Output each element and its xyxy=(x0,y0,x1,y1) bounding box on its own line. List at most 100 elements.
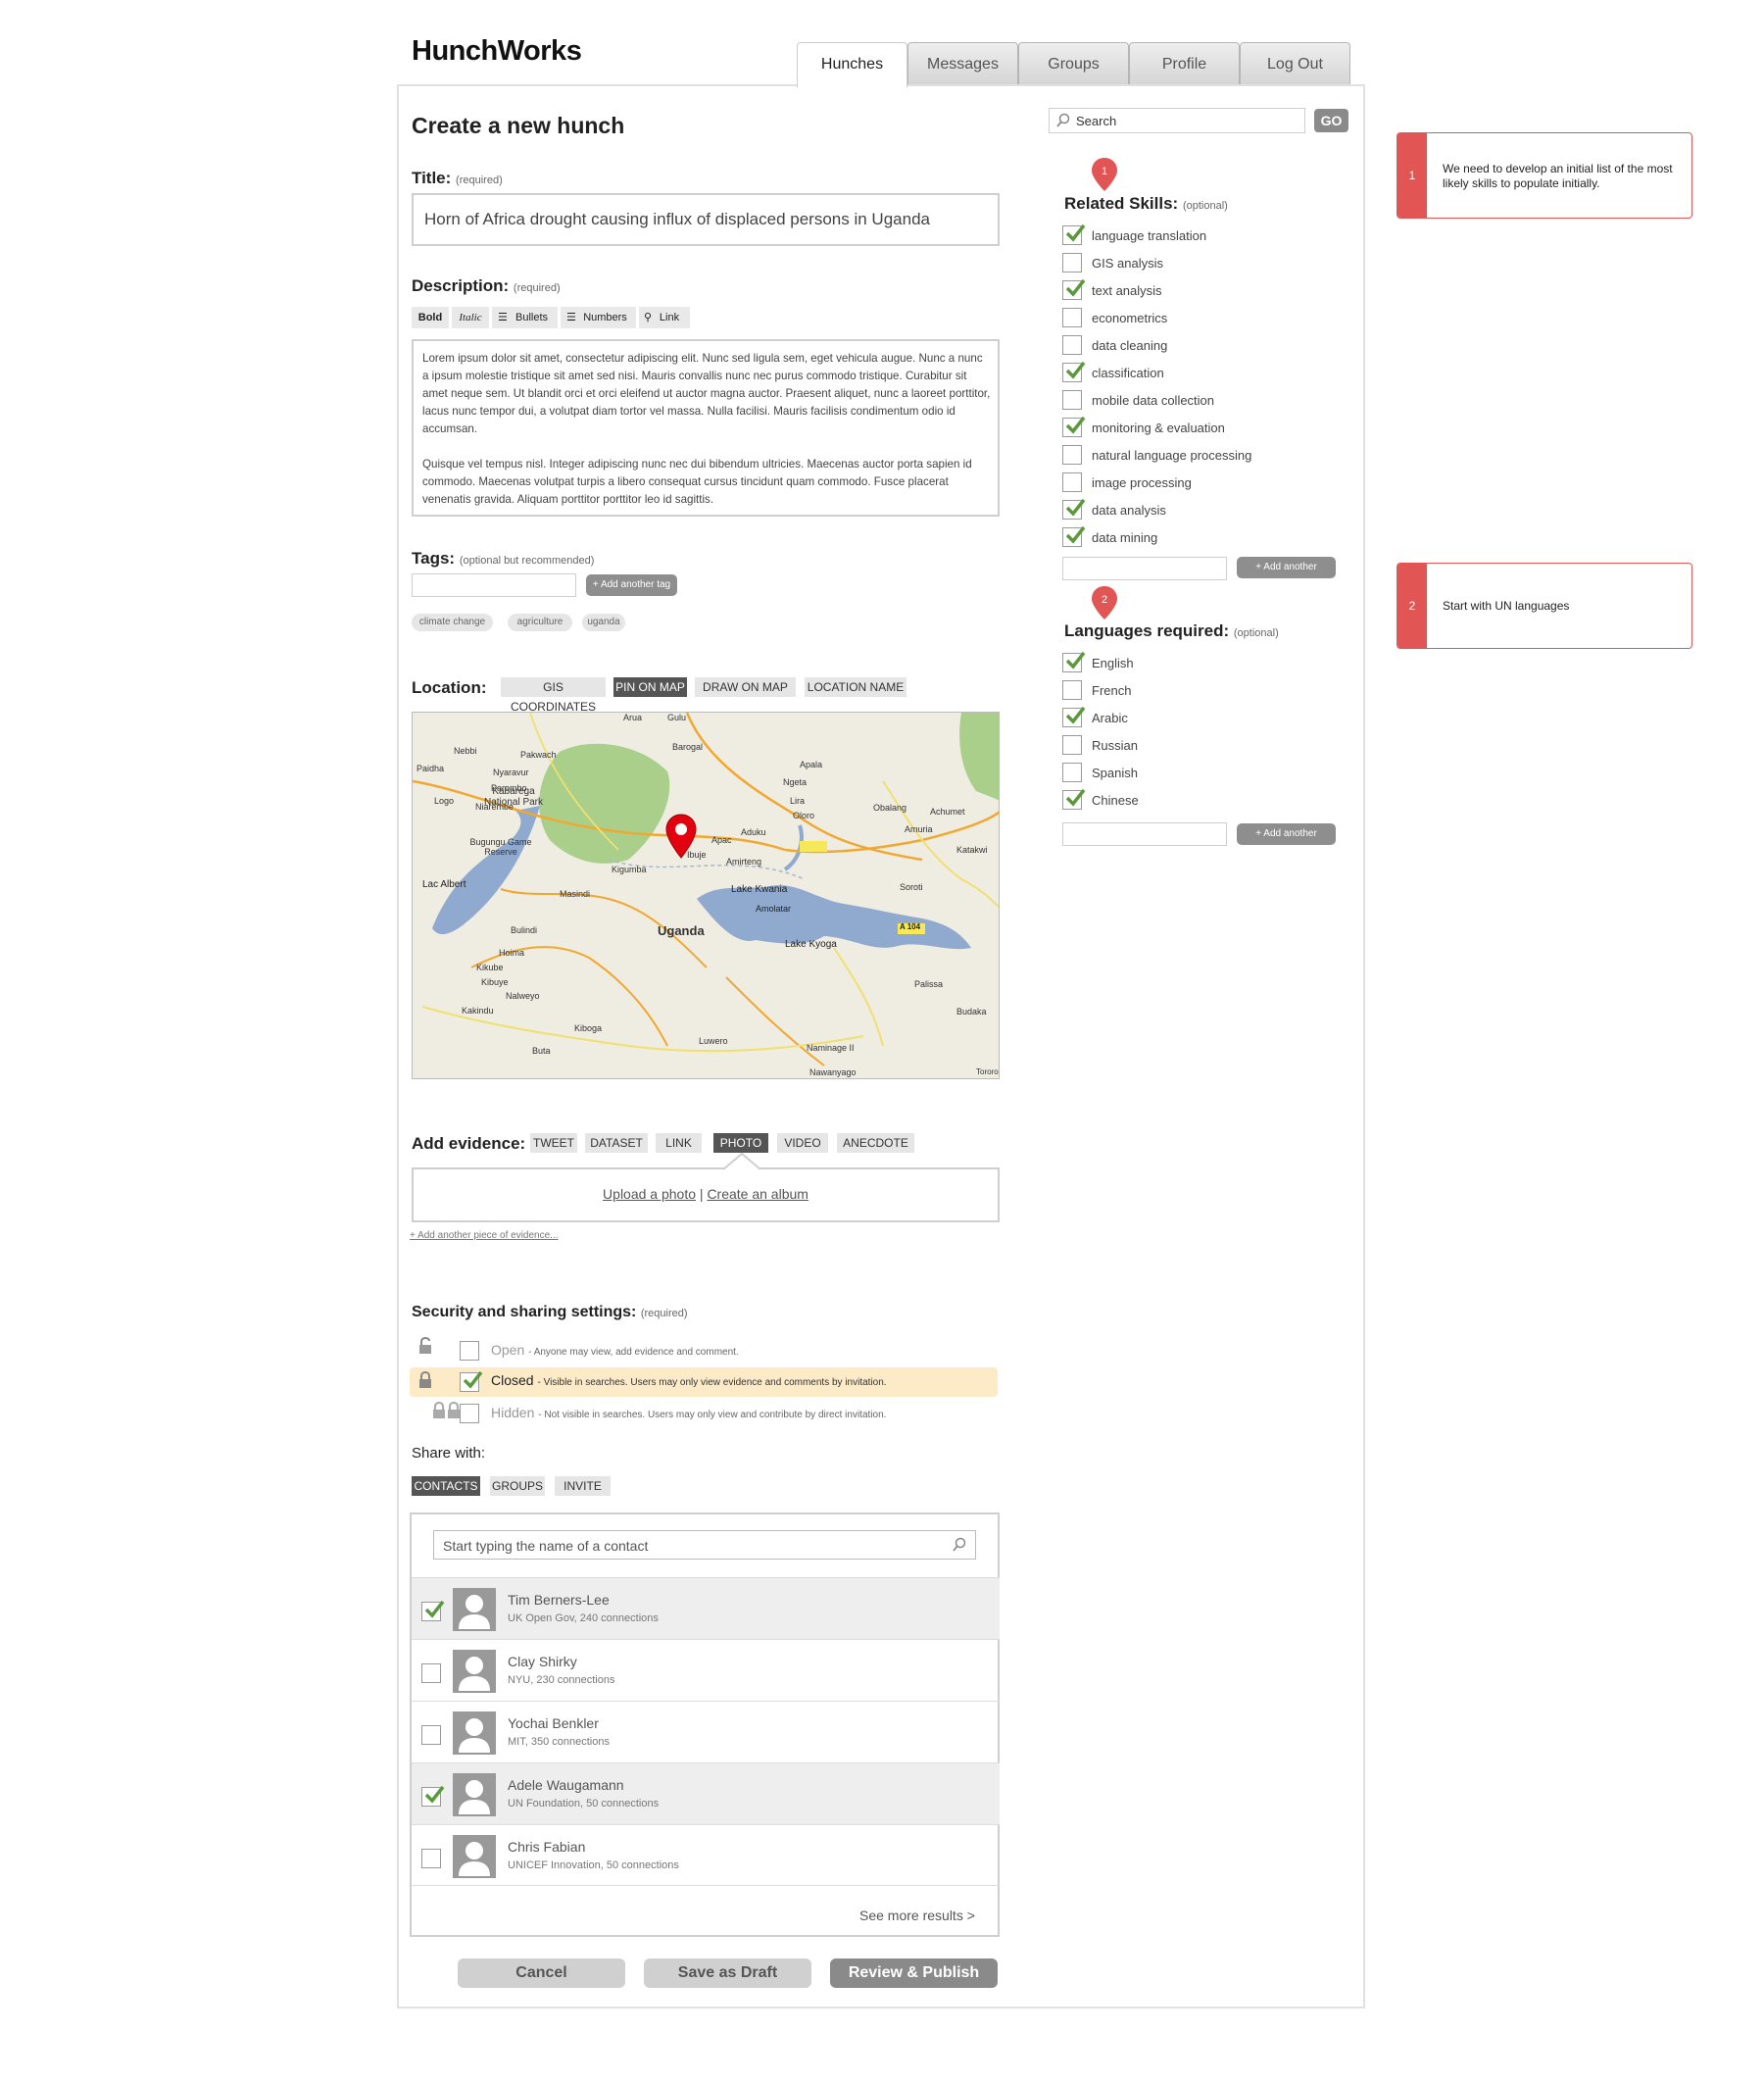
review-publish-button[interactable]: Review & Publish xyxy=(830,1958,998,1988)
save-draft-button[interactable]: Save as Draft xyxy=(644,1958,811,1988)
add-language-button[interactable]: + Add another xyxy=(1237,823,1336,845)
upload-photo-link[interactable]: Upload a photo xyxy=(603,1186,696,1202)
contact-checkbox[interactable] xyxy=(421,1600,445,1621)
tag-chip[interactable]: uganda xyxy=(582,614,625,631)
tab-profile[interactable]: Profile xyxy=(1129,42,1240,86)
skill-checkbox[interactable] xyxy=(1062,335,1082,355)
skill-checkbox[interactable] xyxy=(1062,416,1086,437)
map-pin-icon[interactable] xyxy=(663,813,699,860)
tab-log-out[interactable]: Log Out xyxy=(1240,42,1350,86)
security-closed-option: Closed - Visible in searches. Users may … xyxy=(491,1372,887,1388)
security-hidden-checkbox[interactable] xyxy=(460,1404,479,1423)
share-tab-groups[interactable]: GROUPS xyxy=(490,1476,545,1496)
evidence-option-dataset[interactable]: DATASET xyxy=(585,1133,648,1153)
italic-button[interactable]: Italic xyxy=(452,307,489,328)
contact-checkbox[interactable] xyxy=(421,1785,445,1807)
contact-row[interactable]: Adele Waugamann UN Foundation, 50 connec… xyxy=(412,1762,1000,1824)
map-label: Katakwi xyxy=(956,845,988,855)
avatar xyxy=(453,1773,496,1816)
add-skill-input[interactable] xyxy=(1062,557,1227,580)
contact-checkbox[interactable] xyxy=(421,1725,441,1745)
tag-chip[interactable]: climate change xyxy=(412,614,493,631)
skill-checkbox[interactable] xyxy=(1062,308,1082,327)
skill-checkbox[interactable] xyxy=(1062,361,1086,382)
description-textarea[interactable]: Lorem ipsum dolor sit amet, consectetur … xyxy=(412,339,1000,517)
evidence-option-anecdote[interactable]: ANECDOTE xyxy=(837,1133,914,1153)
search-go-button[interactable]: GO xyxy=(1314,109,1348,132)
app-logo[interactable]: HunchWorks xyxy=(412,35,582,68)
share-tab-invite[interactable]: INVITE xyxy=(555,1476,611,1496)
add-language-input[interactable] xyxy=(1062,822,1227,846)
security-closed-checkbox[interactable] xyxy=(460,1370,483,1392)
location-option-draw[interactable]: DRAW ON MAP xyxy=(695,677,796,697)
language-checkbox[interactable] xyxy=(1062,680,1082,700)
numbers-button[interactable]: ☰ Numbers xyxy=(561,307,636,328)
title-input[interactable]: Horn of Africa drought causing influx of… xyxy=(412,193,1000,246)
add-tag-button[interactable]: + Add another tag xyxy=(586,574,677,596)
search-input[interactable]: Search xyxy=(1049,108,1305,133)
evidence-option-photo[interactable]: PHOTO xyxy=(713,1133,768,1153)
contact-search-input[interactable]: Start typing the name of a contact xyxy=(433,1530,976,1560)
tab-groups[interactable]: Groups xyxy=(1018,42,1129,86)
contact-meta: UNICEF Innovation, 50 connections xyxy=(508,1859,679,1871)
map-label: Nebbi xyxy=(454,746,477,756)
skill-checkbox[interactable] xyxy=(1062,498,1086,520)
skill-checkbox[interactable] xyxy=(1062,390,1082,410)
checkmark-icon xyxy=(1065,525,1086,544)
map-label: Masindi xyxy=(560,889,591,899)
skill-checkbox[interactable] xyxy=(1062,223,1086,245)
map-view[interactable]: Kabarega National Park Bugungu Game Rese… xyxy=(412,712,1000,1079)
location-option-pin[interactable]: PIN ON MAP xyxy=(613,677,687,697)
link-button[interactable]: ⚲ Link xyxy=(639,307,690,328)
language-checkbox[interactable] xyxy=(1062,788,1086,810)
tab-messages[interactable]: Messages xyxy=(907,42,1018,86)
create-album-link[interactable]: Create an album xyxy=(707,1186,808,1202)
map-label: Paidha xyxy=(416,764,445,773)
map-label: Barogal xyxy=(672,742,704,752)
checkmark-icon xyxy=(1065,706,1086,724)
contact-row[interactable]: Clay Shirky NYU, 230 connections xyxy=(412,1639,1000,1701)
skill-checkbox[interactable] xyxy=(1062,472,1082,492)
skill-checkbox[interactable] xyxy=(1062,278,1086,300)
skill-checkbox[interactable] xyxy=(1062,253,1082,273)
cancel-button[interactable]: Cancel xyxy=(458,1958,625,1988)
title-value: Horn of Africa drought causing influx of… xyxy=(424,210,930,228)
location-option-gis[interactable]: GIS COORDINATES xyxy=(501,677,606,714)
share-tab-contacts[interactable]: CONTACTS xyxy=(412,1476,480,1496)
evidence-option-video[interactable]: VIDEO xyxy=(777,1133,828,1153)
map-label: Niarembe xyxy=(475,802,514,812)
skill-checkbox[interactable] xyxy=(1062,445,1082,465)
contact-meta: NYU, 230 connections xyxy=(508,1674,615,1686)
security-open-checkbox[interactable] xyxy=(460,1341,479,1361)
language-checkbox[interactable] xyxy=(1062,735,1082,755)
annotation-callout-1: 1 We need to develop an initial list of … xyxy=(1396,132,1692,219)
map-label: Budaka xyxy=(956,1007,987,1016)
language-checkbox[interactable] xyxy=(1062,763,1082,782)
contact-row[interactable]: Yochai Benkler MIT, 350 connections xyxy=(412,1701,1000,1762)
link-icon: ⚲ xyxy=(644,312,653,323)
location-option-name[interactable]: LOCATION NAME xyxy=(805,677,906,697)
language-checkbox[interactable] xyxy=(1062,706,1086,727)
tag-chip[interactable]: agriculture xyxy=(508,614,572,631)
skill-checkbox[interactable] xyxy=(1062,525,1086,547)
tag-input[interactable] xyxy=(412,573,576,597)
contact-checkbox[interactable] xyxy=(421,1849,441,1868)
map-label: Nalweyo xyxy=(506,991,540,1001)
add-evidence-link[interactable]: + Add another piece of evidence... xyxy=(410,1230,559,1241)
contact-row[interactable]: Chris Fabian UNICEF Innovation, 50 conne… xyxy=(412,1824,1000,1886)
add-skill-button[interactable]: + Add another xyxy=(1237,557,1336,578)
contact-checkbox[interactable] xyxy=(421,1663,441,1683)
map-label: Nawanyago xyxy=(809,1067,857,1077)
contact-row[interactable]: Tim Berners-Lee UK Open Gov, 240 connect… xyxy=(412,1577,1000,1639)
bullets-button[interactable]: ☰ Bullets xyxy=(492,307,558,328)
checkmark-icon xyxy=(1065,788,1086,807)
see-more-results-link[interactable]: See more results > xyxy=(859,1908,975,1923)
skill-label: text analysis xyxy=(1092,283,1162,298)
evidence-label: Add evidence: xyxy=(412,1134,526,1153)
language-checkbox[interactable] xyxy=(1062,651,1086,672)
evidence-option-tweet[interactable]: TWEET xyxy=(530,1133,577,1153)
map-label: Kikube xyxy=(476,963,504,972)
bold-button[interactable]: Bold xyxy=(412,307,449,328)
tab-hunches[interactable]: Hunches xyxy=(797,42,907,87)
evidence-option-link[interactable]: LINK xyxy=(656,1133,702,1153)
